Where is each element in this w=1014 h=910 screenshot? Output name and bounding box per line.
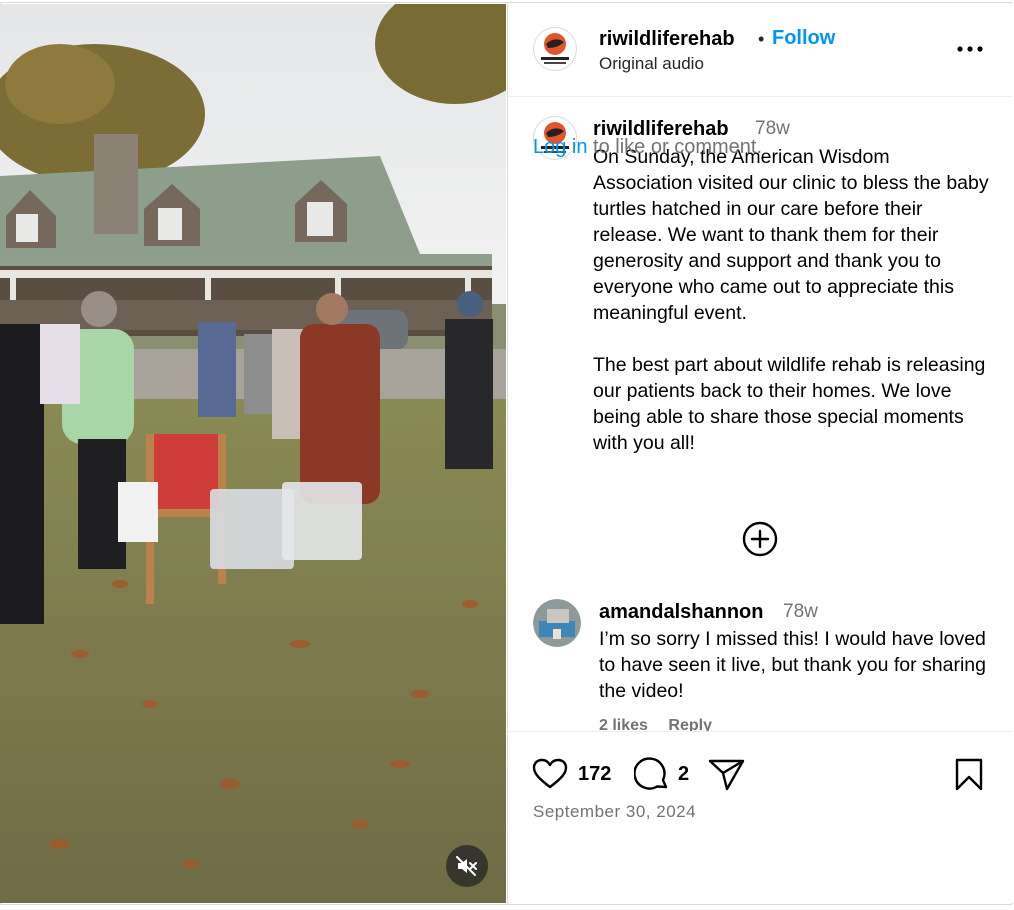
comment-username[interactable]: amandalshannon [599,601,763,624]
post-details-panel: riwildliferehab • Follow Original audio … [507,4,1012,903]
paper-plane-icon [708,759,745,791]
comment-count[interactable]: 2 [678,763,689,786]
caption-text: On Sunday, the American Wisdom Associati… [593,146,989,454]
post-header: riwildliferehab • Follow Original audio [508,4,1012,97]
like-count[interactable]: 172 [578,763,611,786]
wildlife-clinic-logo-icon [541,33,569,64]
post-date[interactable]: September 30, 2024 [533,802,696,822]
bookmark-icon [955,758,983,791]
comment-timestamp[interactable]: 78w [783,601,818,623]
load-more-comments-button[interactable] [741,520,779,558]
comment-bubble-icon [633,757,668,790]
speaker-muted-icon [456,856,477,876]
login-link[interactable]: Log in [533,136,588,158]
author-avatar[interactable] [533,27,577,71]
user-avatar-photo [533,599,581,647]
author-username[interactable]: riwildliferehab [599,28,735,51]
plus-circle-icon [742,521,778,557]
share-button[interactable] [708,758,746,797]
comment-avatar[interactable] [533,599,581,647]
like-button[interactable] [532,758,568,795]
video-frame [0,4,506,903]
more-horizontal-icon [957,46,983,52]
comment-text: I’m so sorry I missed this! I would have… [599,628,986,702]
login-prompt-text: to like or comment. [587,136,763,158]
save-button[interactable] [954,758,984,797]
login-prompt: Log in to like or comment. [533,136,762,159]
more-options-button[interactable] [955,34,985,64]
action-bar: 172 2 September 30, 2024 [508,731,1012,903]
comment-likes[interactable]: 2 likes [599,717,648,731]
post-video[interactable] [0,4,506,903]
audio-label[interactable]: Original audio [599,54,704,74]
mute-button[interactable] [446,845,488,887]
heart-icon [532,758,568,789]
comment-meta: 2 likes Reply [599,717,712,731]
separator-dot: • [758,29,765,49]
comment-button[interactable] [633,757,670,798]
reply-button[interactable]: Reply [668,717,712,731]
follow-button[interactable]: Follow [772,27,835,50]
